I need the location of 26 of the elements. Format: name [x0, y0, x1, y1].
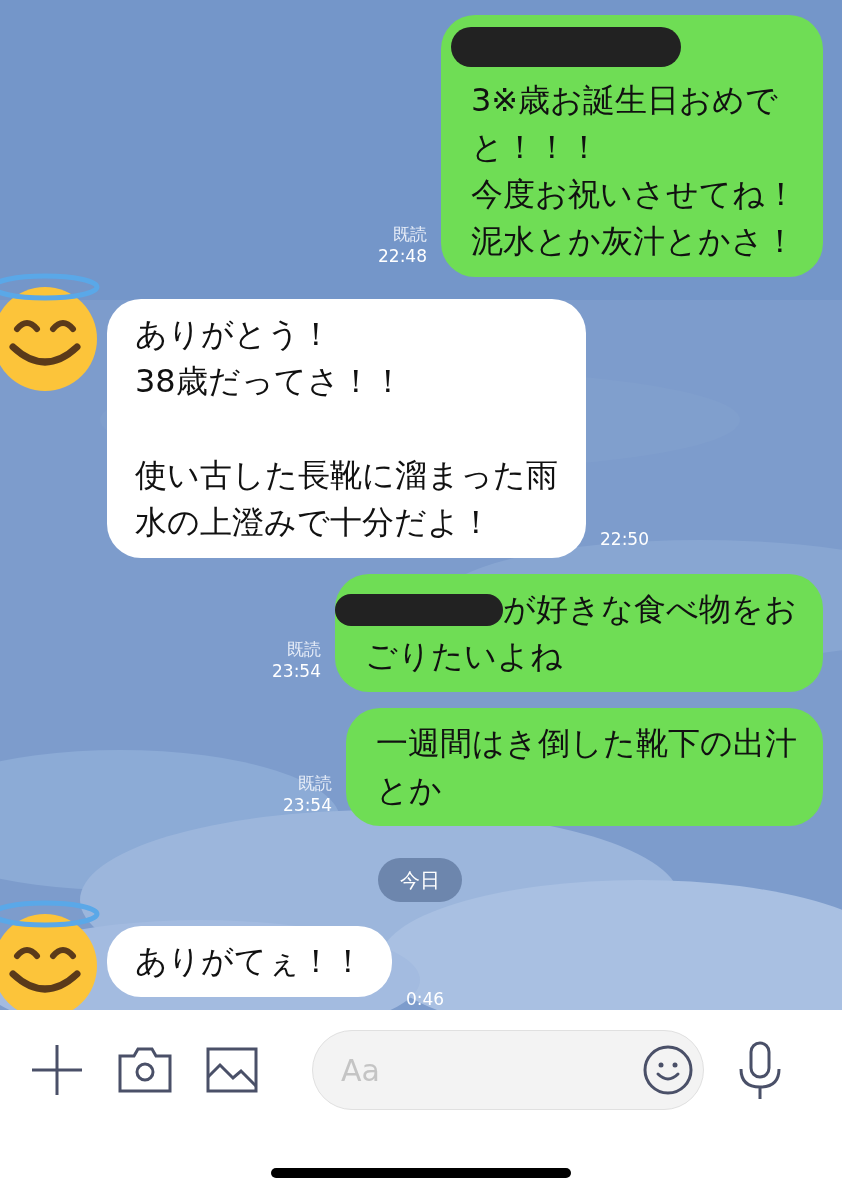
message-text: が好きな食べ物をお [503, 589, 797, 630]
image-icon[interactable] [206, 1047, 258, 1093]
plus-icon[interactable] [30, 1043, 84, 1097]
message-text: 泥水とか灰汁とかさ！ [471, 221, 796, 262]
message-text: 使い古した長靴に溜まった雨 [135, 455, 558, 496]
message-text: 一週間はき倒した靴下の出汁 [376, 723, 797, 764]
message-text: 今度お祝いさせてね！ [471, 174, 797, 215]
message-text: 水の上澄みで十分だよ！ [135, 502, 492, 543]
message-time: 22:50 [600, 527, 649, 551]
message-text: ごりたいよね [365, 636, 563, 677]
message-text: 3※歳お誕生日おめで [471, 80, 779, 121]
message-time: 23:54 [272, 660, 321, 682]
message-text: ありがとう！ [135, 314, 332, 355]
message-text: ありがてぇ！！ [135, 941, 364, 982]
read-receipt: 既読 [287, 638, 321, 660]
message-time: 22:48 [378, 245, 427, 267]
emoji-icon[interactable] [643, 1045, 693, 1095]
message-text: とか [376, 770, 442, 811]
microphone-icon[interactable] [738, 1041, 782, 1099]
message-time: 23:54 [283, 794, 332, 816]
read-receipt: 既読 [298, 772, 332, 794]
message-text: 38歳だってさ！！ [135, 361, 404, 402]
message-time: 0:46 [406, 987, 445, 1010]
message-text: と！！！ [471, 127, 600, 168]
camera-icon[interactable] [118, 1047, 172, 1093]
read-receipt: 既読 [393, 223, 427, 245]
